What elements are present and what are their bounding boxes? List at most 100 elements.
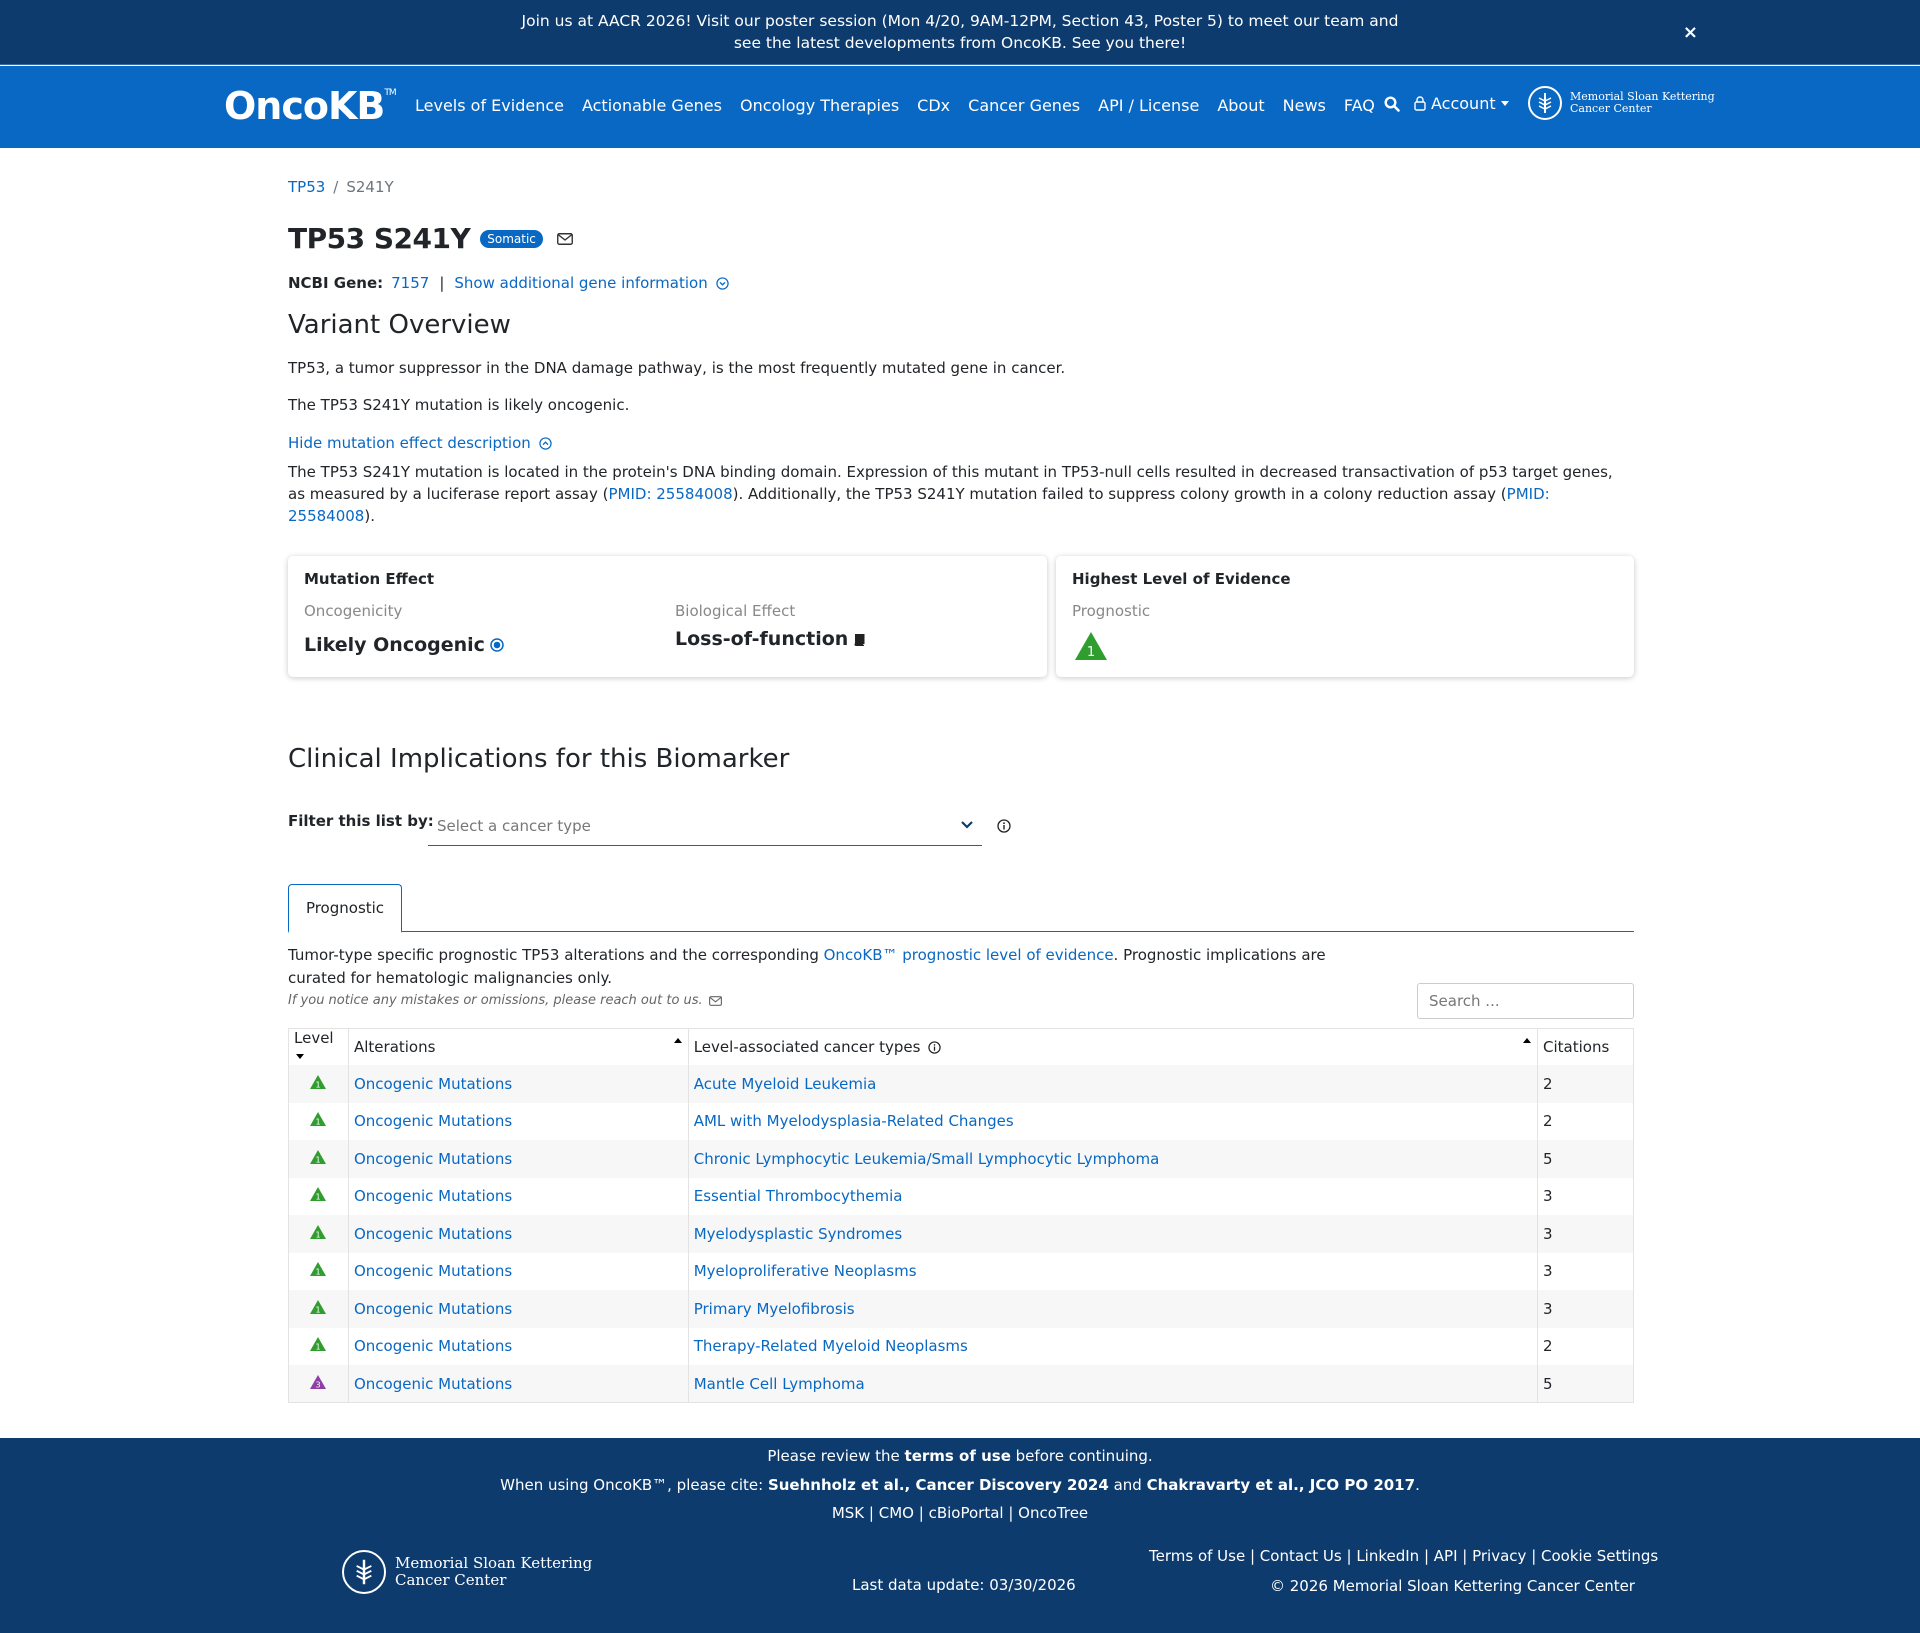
alteration-link[interactable]: Oncogenic Mutations — [354, 1225, 512, 1243]
table-row[interactable]: 1 Oncogenic Mutations Chronic Lymphocytic … — [288, 1140, 1634, 1178]
cancer-type-link[interactable]: Chronic Lymphocytic Leukemia/Small Lymph… — [694, 1150, 1160, 1168]
terms-of-use-link[interactable]: terms of use — [905, 1447, 1011, 1465]
footer-link-terms[interactable]: Terms of Use — [1149, 1547, 1245, 1565]
nav-faq[interactable]: FAQ — [1344, 96, 1375, 115]
table-row[interactable]: 1 Oncogenic Mutations AML with Myelodyspla… — [288, 1102, 1634, 1140]
ncbi-gene-link[interactable]: 7157 — [391, 274, 429, 292]
footer-link-cbioportal[interactable]: cBioPortal — [929, 1504, 1004, 1522]
breadcrumb-gene[interactable]: TP53 — [288, 178, 325, 196]
level-1-icon[interactable]: 1 — [309, 1111, 327, 1127]
footer-link-contact[interactable]: Contact Us — [1260, 1547, 1342, 1565]
level-cell[interactable]: 1 — [288, 1065, 349, 1103]
citations-cell[interactable]: 3 — [1537, 1252, 1634, 1290]
search-icon[interactable] — [1384, 95, 1400, 112]
level-cell[interactable]: 1 — [288, 1177, 349, 1215]
citations-cell[interactable]: 3 — [1537, 1177, 1634, 1215]
level-cell[interactable]: 1 — [288, 1327, 349, 1365]
cancer-type-link[interactable]: Mantle Cell Lymphoma — [694, 1375, 865, 1393]
footer-link-cmo[interactable]: CMO — [879, 1504, 914, 1522]
level-cell[interactable]: 1 — [288, 1102, 349, 1140]
level-1-icon[interactable]: 1 — [309, 1186, 327, 1202]
nav-api-license[interactable]: API / License — [1098, 96, 1199, 115]
table-row[interactable]: 1 Oncogenic Mutations Therapy-Related Myel… — [288, 1327, 1634, 1365]
column-header-level[interactable]: Level — [288, 1028, 349, 1065]
citations-cell[interactable]: 3 — [1537, 1290, 1634, 1328]
msk-logo[interactable]: Memorial Sloan Kettering Cancer Center — [1528, 86, 1715, 120]
level-cell[interactable]: 1 — [288, 1252, 349, 1290]
nav-levels-of-evidence[interactable]: Levels of Evidence — [415, 96, 564, 115]
nav-actionable-genes[interactable]: Actionable Genes — [582, 96, 722, 115]
nav-about[interactable]: About — [1217, 96, 1264, 115]
table-row[interactable]: 3 Oncogenic Mutations Mantle Cell Lymphoma… — [288, 1365, 1634, 1403]
level-3-icon[interactable]: 3 — [309, 1374, 327, 1390]
column-header-citations[interactable]: Citations — [1537, 1028, 1634, 1065]
level-cell[interactable]: 3 — [288, 1365, 349, 1403]
level-1-icon[interactable]: 1 — [309, 1299, 327, 1315]
table-row[interactable]: 1 Oncogenic Mutations Acute Myeloid Leukem… — [288, 1065, 1634, 1103]
cancer-type-link[interactable]: AML with Myelodysplasia-Related Changes — [694, 1112, 1014, 1130]
column-header-cancer-types[interactable]: Level-associated cancer types — [688, 1028, 1539, 1065]
level-1-icon[interactable]: 1 — [309, 1149, 327, 1165]
table-row[interactable]: 1 Oncogenic Mutations Primary Myelofibrosi… — [288, 1290, 1634, 1328]
alteration-link[interactable]: Oncogenic Mutations — [354, 1300, 512, 1318]
citation-link[interactable]: Chakravarty et al., JCO PO 2017 — [1147, 1476, 1416, 1494]
alteration-link[interactable]: Oncogenic Mutations — [354, 1112, 512, 1130]
alteration-link[interactable]: Oncogenic Mutations — [354, 1262, 512, 1280]
cancer-type-link[interactable]: Therapy-Related Myeloid Neoplasms — [694, 1337, 968, 1355]
prognostic-level-link[interactable]: OncoKB™ prognostic level of evidence — [824, 946, 1114, 964]
cancer-type-select[interactable]: Select a cancer type — [428, 812, 982, 846]
mail-icon[interactable] — [556, 232, 573, 245]
citations-cell[interactable]: 5 — [1537, 1140, 1634, 1178]
nav-oncology-therapies[interactable]: Oncology Therapies — [740, 96, 899, 115]
level-cell[interactable]: 1 — [288, 1140, 349, 1178]
footer-msk-logo[interactable]: Memorial Sloan Kettering Cancer Center — [342, 1550, 592, 1594]
close-icon[interactable]: × — [1683, 22, 1698, 43]
cancer-type-link[interactable]: Essential Thrombocythemia — [694, 1187, 903, 1205]
cancer-type-link[interactable]: Acute Myeloid Leukemia — [694, 1075, 877, 1093]
citations-cell[interactable]: 5 — [1537, 1365, 1634, 1403]
account-menu[interactable]: Account — [1414, 94, 1509, 113]
tab-prognostic[interactable]: Prognostic — [288, 884, 402, 933]
nav-cdx[interactable]: CDx — [917, 96, 950, 115]
info-icon[interactable] — [928, 1041, 941, 1054]
footer-link-linkedin[interactable]: LinkedIn — [1356, 1547, 1419, 1565]
footer-link-msk[interactable]: MSK — [832, 1504, 864, 1522]
level-cell[interactable]: 1 — [288, 1290, 349, 1328]
level-1-icon[interactable]: 1 — [309, 1261, 327, 1277]
citations-cell[interactable]: 2 — [1537, 1102, 1634, 1140]
citations-cell[interactable]: 3 — [1537, 1215, 1634, 1253]
footer-link-cookie-settings[interactable]: Cookie Settings — [1541, 1547, 1658, 1565]
pmid-link[interactable]: PMID: 25584008 — [608, 485, 732, 503]
citations-cell[interactable]: 2 — [1537, 1065, 1634, 1103]
citations-cell[interactable]: 2 — [1537, 1327, 1634, 1365]
nav-cancer-genes[interactable]: Cancer Genes — [968, 96, 1080, 115]
footer-link-api[interactable]: API — [1434, 1547, 1458, 1565]
citation-link[interactable]: Suehnholz et al., Cancer Discovery 2024 — [768, 1476, 1109, 1494]
alteration-link[interactable]: Oncogenic Mutations — [354, 1150, 512, 1168]
alteration-link[interactable]: Oncogenic Mutations — [354, 1337, 512, 1355]
alteration-link[interactable]: Oncogenic Mutations — [354, 1375, 512, 1393]
oncokb-logo[interactable]: OncoKBTM — [224, 84, 397, 128]
mail-icon[interactable] — [708, 995, 722, 1006]
footer-link-privacy[interactable]: Privacy — [1472, 1547, 1526, 1565]
level-1-icon[interactable]: 1 — [1074, 631, 1108, 661]
nav-news[interactable]: News — [1283, 96, 1326, 115]
cancer-type-link[interactable]: Primary Myelofibrosis — [694, 1300, 855, 1318]
hide-mutation-effect-link[interactable]: Hide mutation effect description — [288, 432, 552, 454]
column-header-alterations[interactable]: Alterations — [348, 1028, 689, 1065]
alteration-link[interactable]: Oncogenic Mutations — [354, 1187, 512, 1205]
level-1-icon[interactable]: 1 — [309, 1336, 327, 1352]
info-icon[interactable] — [997, 819, 1011, 833]
cancer-type-link[interactable]: Myeloproliferative Neoplasms — [694, 1262, 917, 1280]
level-1-icon[interactable]: 1 — [309, 1224, 327, 1240]
level-1-icon[interactable]: 1 — [309, 1074, 327, 1090]
table-row[interactable]: 1 Oncogenic Mutations Essential Thrombocyt… — [288, 1177, 1634, 1215]
table-row[interactable]: 1 Oncogenic Mutations Myeloproliferative N… — [288, 1252, 1634, 1290]
show-gene-info-link[interactable]: Show additional gene information — [454, 274, 729, 292]
alteration-link[interactable]: Oncogenic Mutations — [354, 1075, 512, 1093]
level-cell[interactable]: 1 — [288, 1215, 349, 1253]
table-search-input[interactable]: Search ... — [1417, 983, 1634, 1019]
footer-link-oncotree[interactable]: OncoTree — [1018, 1504, 1088, 1522]
cancer-type-link[interactable]: Myelodysplastic Syndromes — [694, 1225, 902, 1243]
book-icon[interactable] — [853, 633, 866, 646]
